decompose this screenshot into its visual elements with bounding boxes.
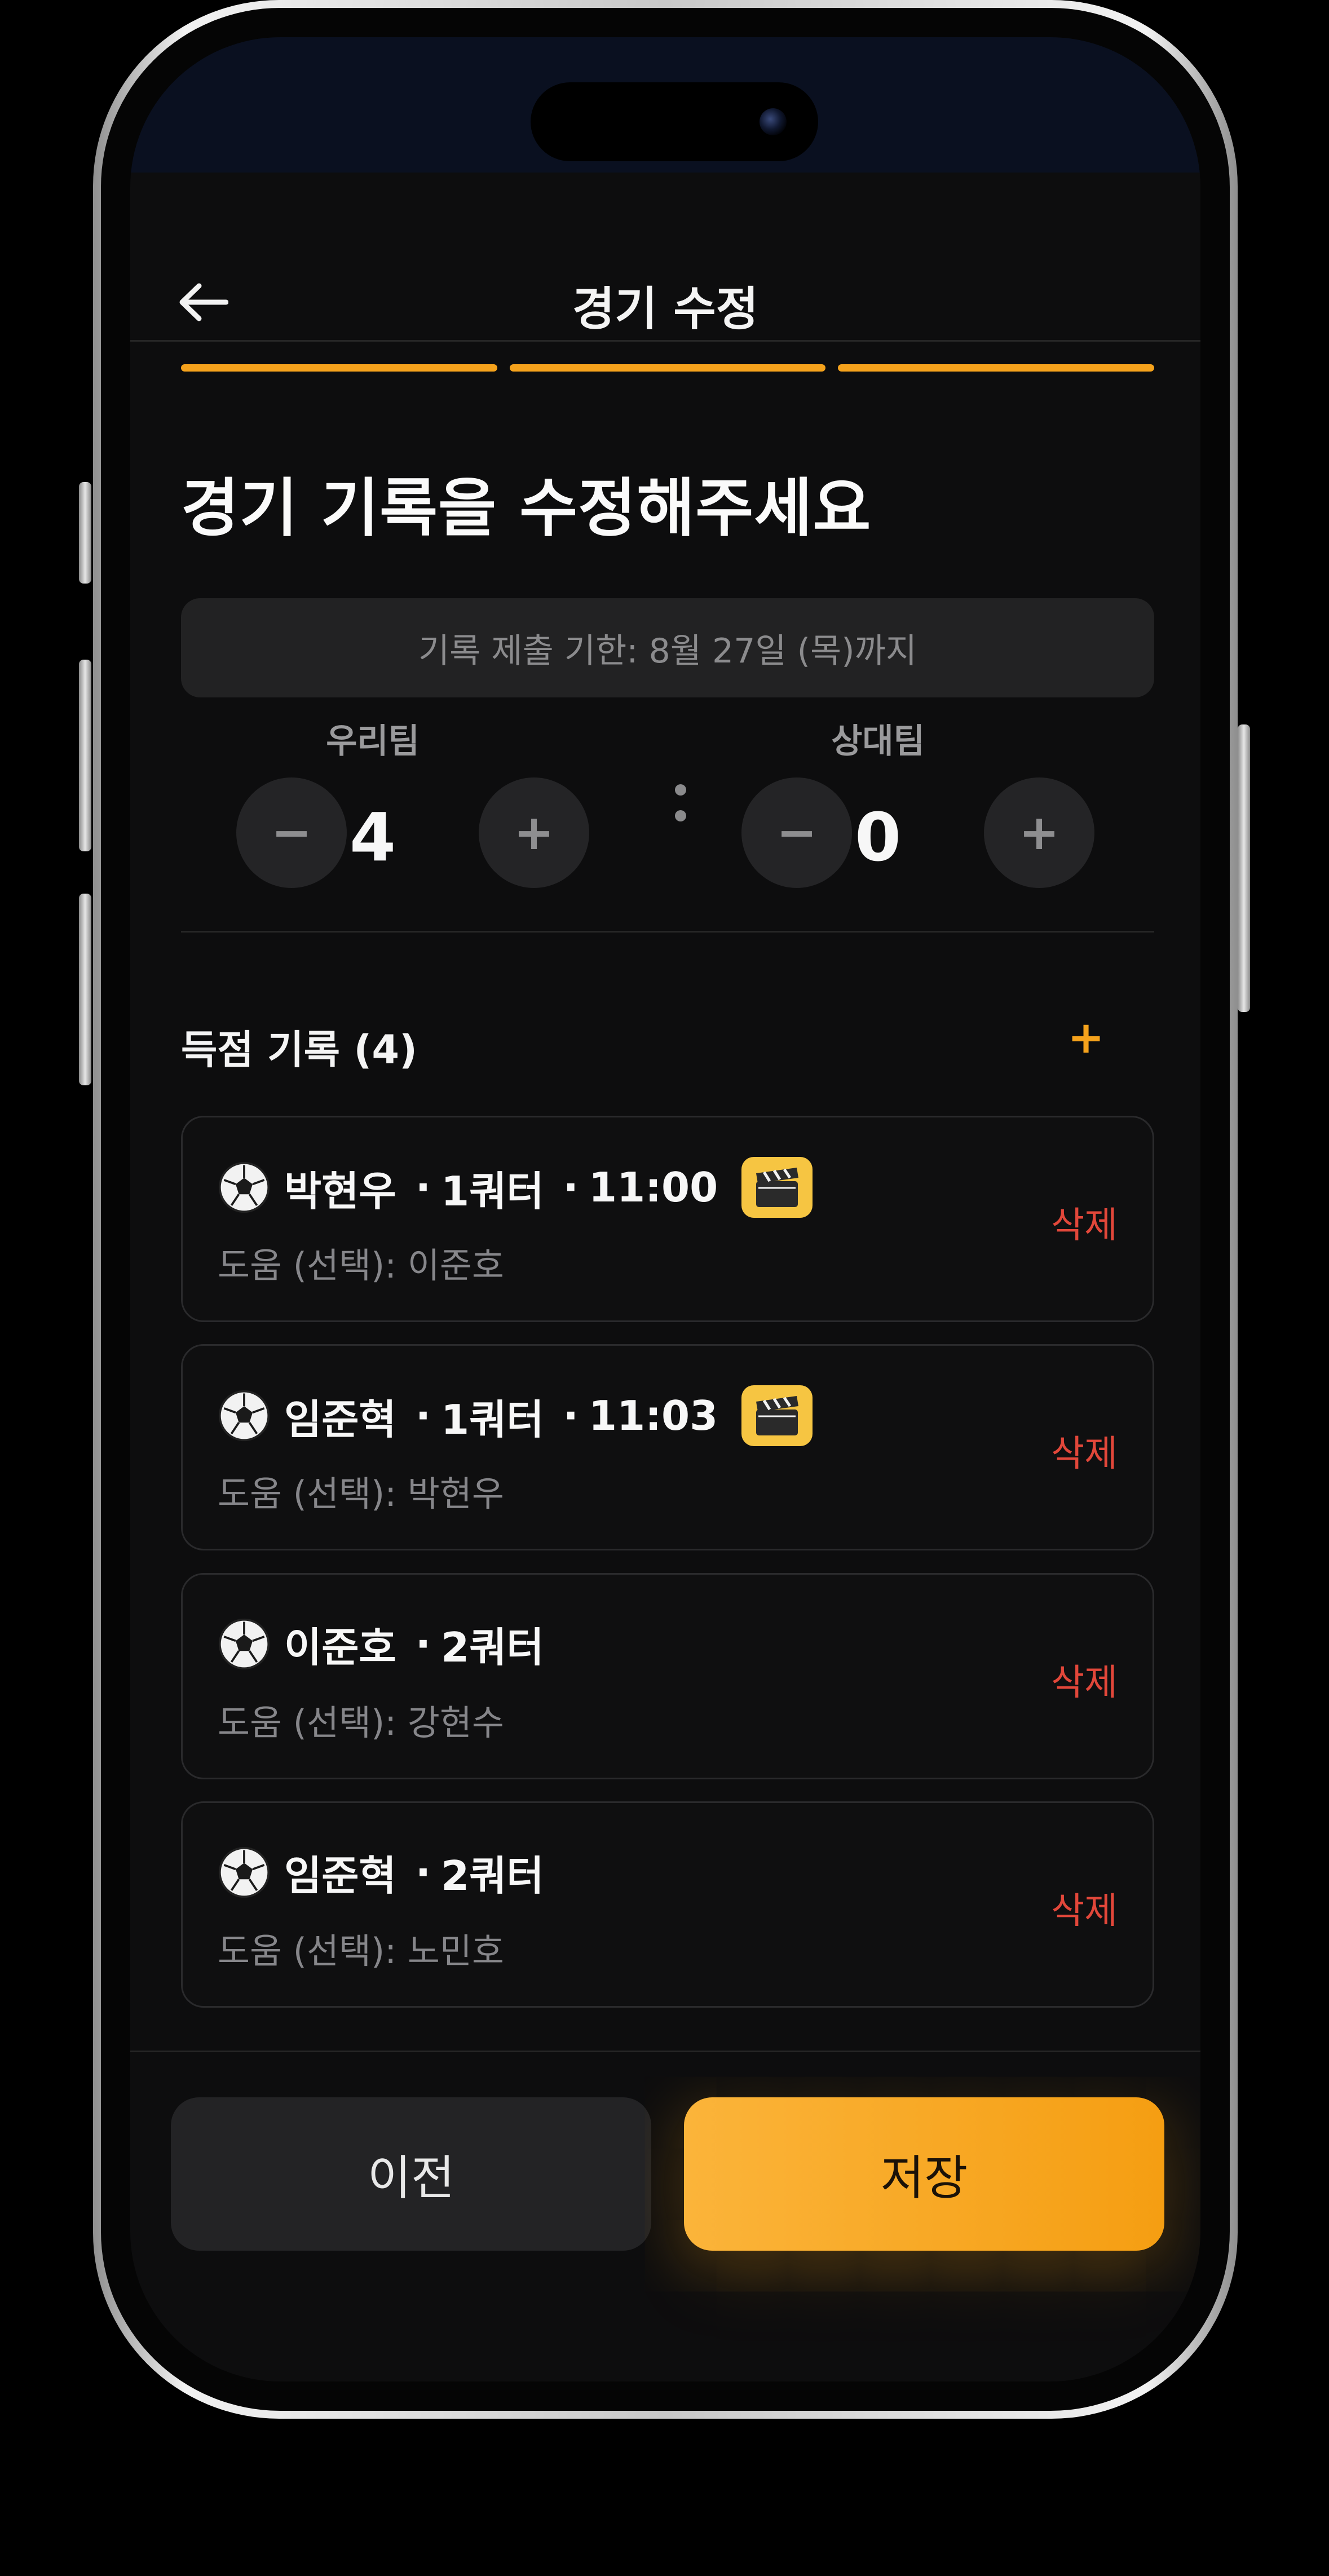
delete-goal-button[interactable]: 삭제 — [1051, 1882, 1118, 1934]
assist-label: 도움 (선택): — [218, 1245, 408, 1286]
previous-button-label: 이전 — [367, 2150, 455, 2206]
volume-down-button — [79, 894, 91, 1085]
power-button — [1238, 724, 1250, 1012]
away-score-increment-button[interactable]: + — [984, 777, 1094, 888]
page-title: 경기 수정 — [572, 282, 759, 336]
soccer-ball-icon — [218, 1161, 270, 1213]
separator: · — [415, 1392, 431, 1439]
volume-up-button — [79, 660, 91, 851]
step-progress — [181, 364, 1155, 372]
progress-step-1 — [181, 364, 497, 372]
delete-goal-button[interactable]: 삭제 — [1051, 1425, 1118, 1477]
assist-player: 강현수 — [407, 1702, 504, 1743]
goal-quarter: 1쿼터 — [441, 1167, 544, 1215]
progress-step-3 — [838, 364, 1155, 372]
goal-card[interactable]: 이준호 · 2쿼터 도움 (선택): 강현수 삭제 — [181, 1573, 1154, 1779]
clapperboard-icon — [756, 1168, 799, 1207]
goal-card[interactable]: 박현우 · 1쿼터 · 11:00 도움 (선택): 이준호 삭제 — [181, 1116, 1154, 1322]
add-goal-button[interactable]: + — [1055, 1007, 1117, 1069]
action-button — [79, 482, 91, 584]
delete-goal-button[interactable]: 삭제 — [1051, 1196, 1118, 1248]
away-score-value: 0 — [854, 798, 902, 876]
plus-icon: + — [1018, 805, 1060, 861]
home-team-label: 우리팀 — [326, 722, 420, 761]
plus-icon: + — [513, 805, 555, 861]
separator: · — [415, 1848, 431, 1896]
phone-bezel: 경기 수정 경기 기록을 수정해주세요 기록 제출 기한: 8월 27일 (목)… — [101, 8, 1230, 2411]
save-button[interactable]: 저장 — [684, 2097, 1164, 2251]
minus-icon: − — [271, 805, 312, 861]
save-button-label: 저장 — [880, 2150, 968, 2206]
separator: · — [415, 1164, 431, 1211]
goal-quarter: 1쿼터 — [441, 1395, 544, 1443]
score-colon — [672, 784, 689, 836]
assist-label: 도움 (선택): — [218, 1930, 408, 1972]
footer-divider — [130, 2051, 1200, 2052]
deadline-text: 기록 제출 기한: 8월 27일 (목)까지 — [418, 631, 917, 671]
minus-icon: − — [776, 805, 818, 861]
soccer-ball-icon — [218, 1390, 270, 1442]
away-team-label: 상대팀 — [831, 722, 925, 761]
goal-card[interactable]: 임준혁 · 1쿼터 · 11:03 도움 (선택): 박현우 삭제 — [181, 1344, 1154, 1550]
progress-step-2 — [509, 364, 826, 372]
dynamic-island — [531, 82, 818, 161]
scorer-name: 박현우 — [284, 1167, 396, 1215]
plus-icon: + — [1067, 1013, 1105, 1063]
home-score-increment-button[interactable]: + — [479, 777, 589, 888]
nav-header: 경기 수정 — [130, 173, 1200, 342]
scorer-name: 임준혁 — [284, 1852, 396, 1899]
separator: · — [415, 1620, 431, 1668]
scorer-name: 이준호 — [284, 1624, 396, 1671]
soccer-ball-icon — [218, 1618, 270, 1669]
separator: · — [563, 1392, 579, 1439]
score-divider — [181, 931, 1154, 933]
phone-frame: 경기 수정 경기 기록을 수정해주세요 기록 제출 기한: 8월 27일 (목)… — [93, 0, 1238, 2419]
goal-time: 11:03 — [589, 1392, 718, 1439]
page-headline: 경기 기록을 수정해주세요 — [181, 472, 872, 545]
app-screen: 경기 수정 경기 기록을 수정해주세요 기록 제출 기한: 8월 27일 (목)… — [130, 37, 1200, 2381]
goal-quarter: 2쿼터 — [441, 1852, 544, 1899]
assist-player: 박현우 — [407, 1473, 504, 1514]
assist-player: 이준호 — [407, 1245, 504, 1286]
video-clip-button[interactable] — [741, 1385, 813, 1446]
separator: · — [563, 1164, 579, 1211]
delete-goal-button[interactable]: 삭제 — [1051, 1654, 1118, 1705]
assist-label: 도움 (선택): — [218, 1702, 408, 1743]
assist-label: 도움 (선택): — [218, 1473, 408, 1514]
goal-time: 11:00 — [589, 1164, 718, 1211]
goal-card[interactable]: 임준혁 · 2쿼터 도움 (선택): 노민호 삭제 — [181, 1801, 1154, 2008]
video-clip-button[interactable] — [741, 1157, 813, 1218]
deadline-notice: 기록 제출 기한: 8월 27일 (목)까지 — [181, 598, 1154, 697]
goals-section-title: 득점 기록 (4) — [181, 1027, 418, 1073]
soccer-ball-icon — [218, 1846, 270, 1898]
home-score-value: 4 — [349, 798, 396, 876]
previous-button[interactable]: 이전 — [171, 2097, 651, 2251]
scorer-name: 임준혁 — [284, 1395, 396, 1443]
front-camera-icon — [760, 108, 787, 135]
assist-player: 노민호 — [407, 1930, 504, 1972]
goal-quarter: 2쿼터 — [441, 1624, 544, 1671]
clapperboard-icon — [756, 1396, 799, 1435]
